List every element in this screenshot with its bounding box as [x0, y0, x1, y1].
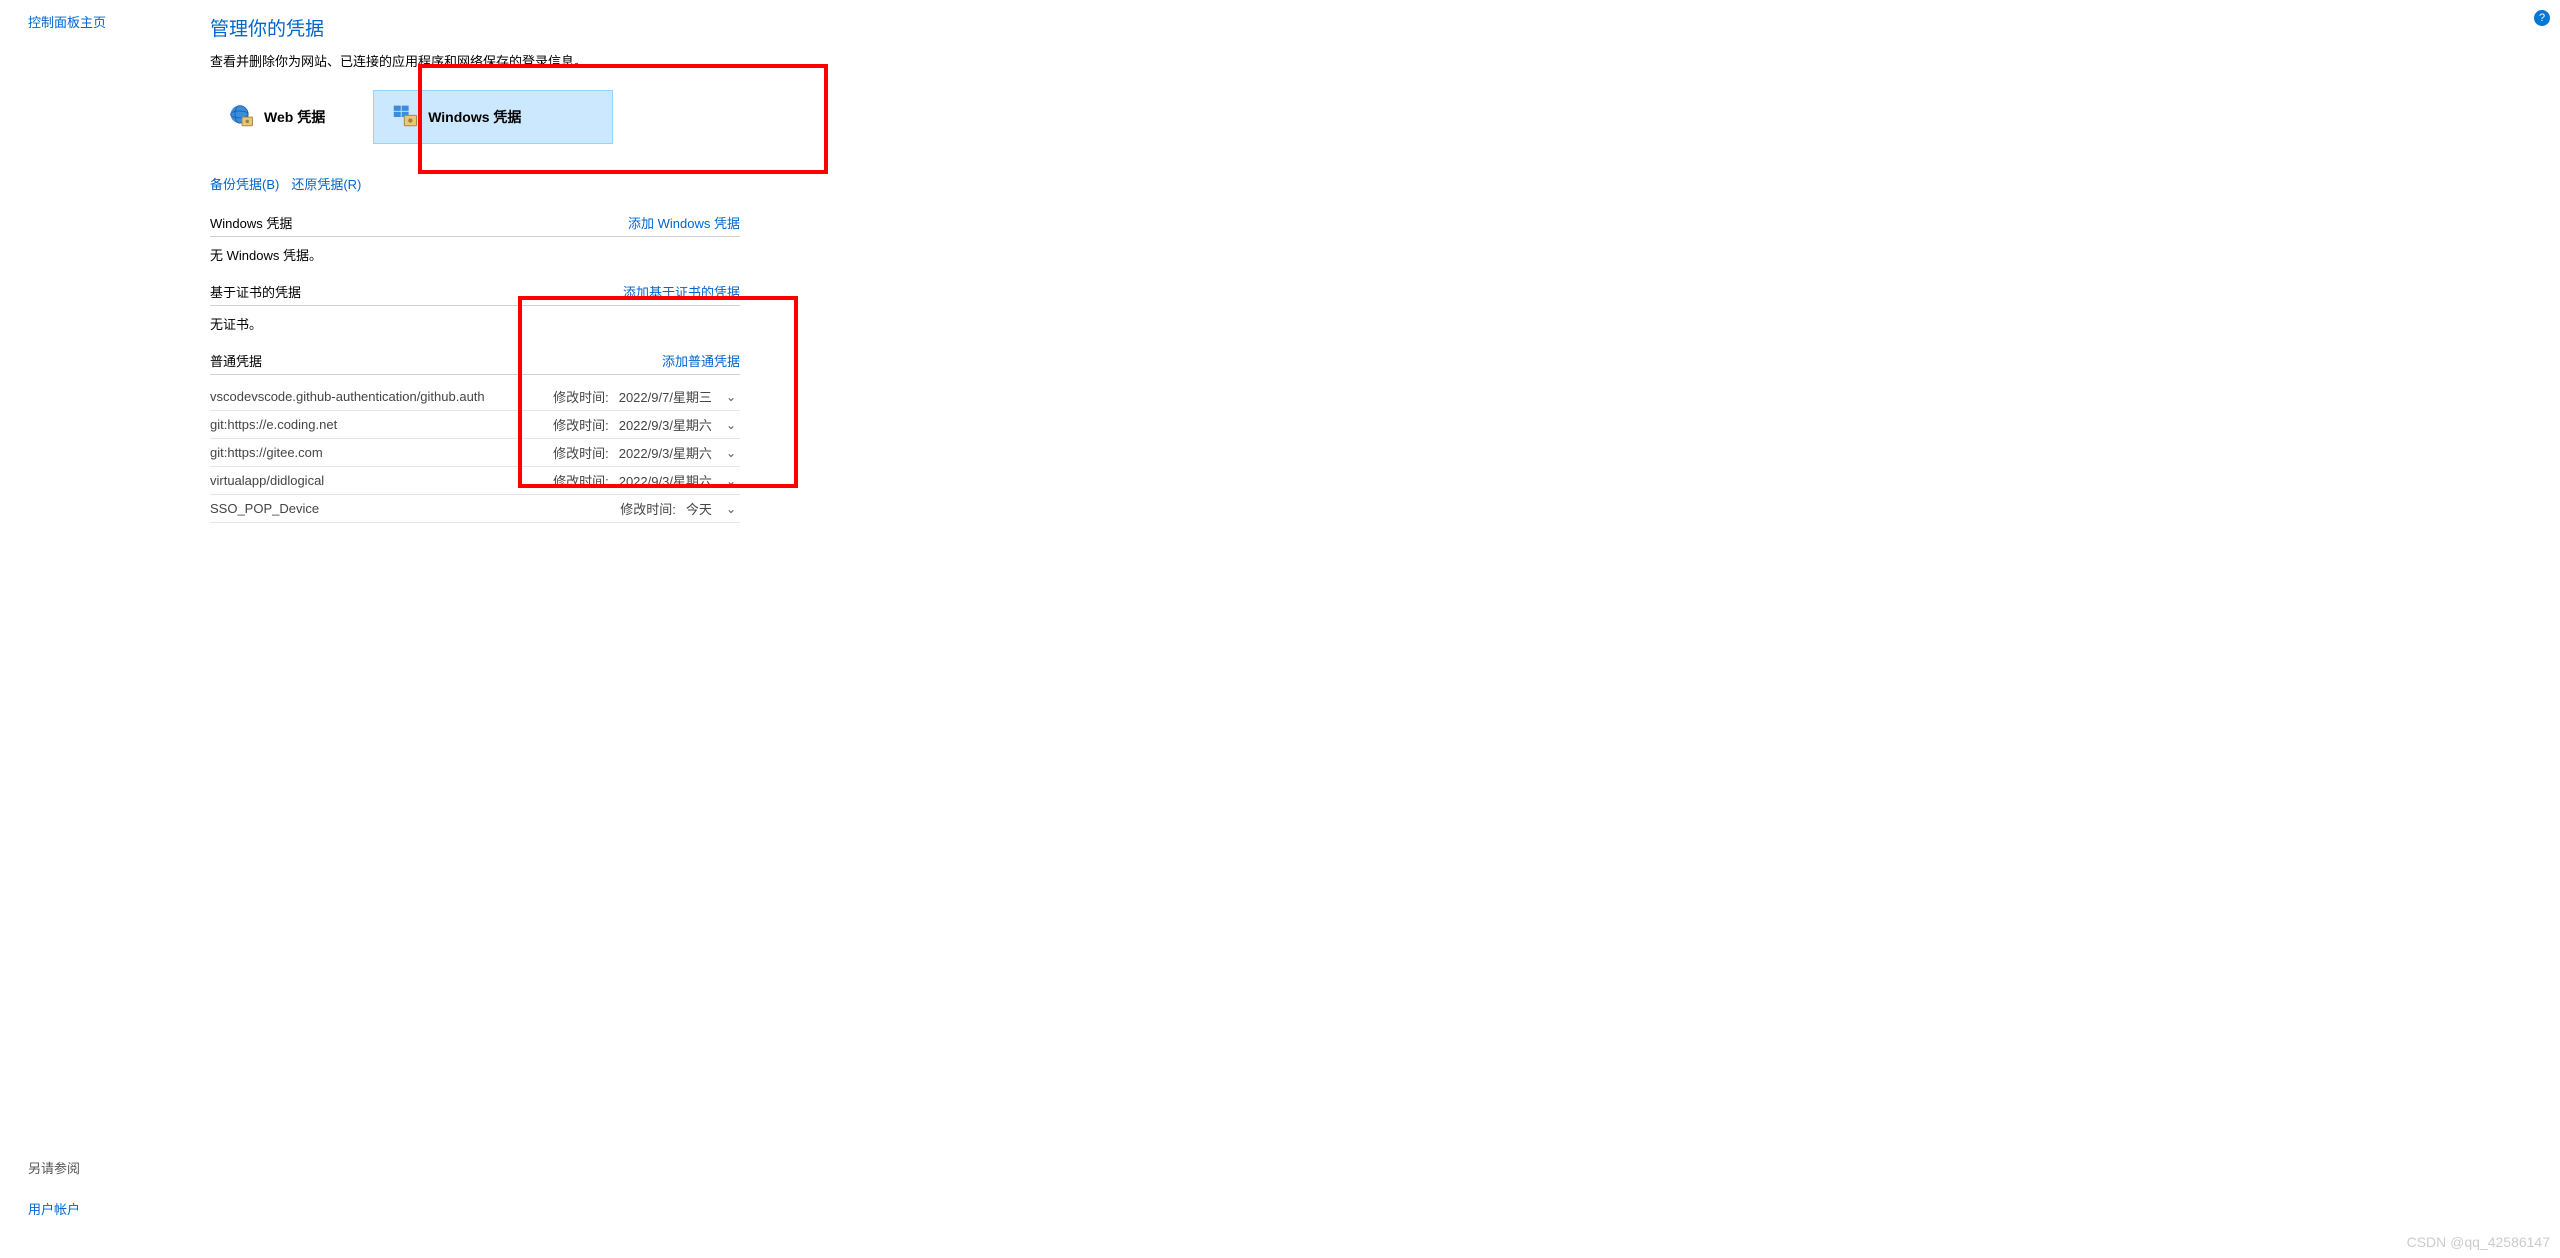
- credential-name: SSO_POP_Device: [210, 501, 319, 516]
- credential-row[interactable]: SSO_POP_Device 修改时间: 今天 ⌄: [210, 495, 740, 523]
- credential-modified-date: 2022/9/7/星期三: [619, 387, 712, 406]
- page-title: 管理你的凭据: [210, 14, 740, 41]
- credential-modified-date: 今天: [686, 499, 712, 518]
- credential-row[interactable]: git:https://gitee.com 修改时间: 2022/9/3/星期六…: [210, 439, 740, 467]
- windows-empty-text: 无 Windows 凭据。: [210, 245, 740, 264]
- windows-credentials-tab[interactable]: Windows 凭据: [373, 90, 613, 144]
- credential-name: vscodevscode.github-authentication/githu…: [210, 389, 485, 404]
- generic-section-title: 普通凭据: [210, 351, 262, 370]
- credential-modified-label: 修改时间:: [553, 443, 609, 462]
- web-credentials-label: Web 凭据: [264, 107, 325, 127]
- chevron-down-icon[interactable]: ⌄: [722, 418, 740, 432]
- credential-row[interactable]: vscodevscode.github-authentication/githu…: [210, 383, 740, 411]
- add-cert-credential-link[interactable]: 添加基于证书的凭据: [623, 282, 740, 301]
- windows-safe-icon: [392, 103, 420, 131]
- control-panel-home-link[interactable]: 控制面板主页: [28, 15, 106, 30]
- credential-modified-date: 2022/9/3/星期六: [619, 443, 712, 462]
- chevron-down-icon[interactable]: ⌄: [722, 446, 740, 460]
- credential-name: virtualapp/didlogical: [210, 473, 324, 488]
- add-windows-credential-link[interactable]: 添加 Windows 凭据: [628, 213, 740, 232]
- credential-modified-date: 2022/9/3/星期六: [619, 415, 712, 434]
- windows-credentials-label: Windows 凭据: [428, 107, 521, 127]
- page-description: 查看并删除你为网站、已连接的应用程序和网络保存的登录信息。: [210, 51, 740, 70]
- cert-section-title: 基于证书的凭据: [210, 282, 301, 301]
- windows-section-title: Windows 凭据: [210, 213, 292, 232]
- credential-name: git:https://gitee.com: [210, 445, 323, 460]
- credential-modified-label: 修改时间:: [620, 499, 676, 518]
- credential-modified-label: 修改时间:: [553, 471, 609, 490]
- add-generic-credential-link[interactable]: 添加普通凭据: [662, 351, 740, 370]
- backup-credentials-link[interactable]: 备份凭据(B): [210, 174, 279, 193]
- restore-credentials-link[interactable]: 还原凭据(R): [291, 174, 361, 193]
- windows-credentials-section: Windows 凭据 添加 Windows 凭据 无 Windows 凭据。: [210, 213, 740, 264]
- generic-credentials-section: 普通凭据 添加普通凭据 vscodevscode.github-authenti…: [210, 351, 740, 523]
- user-accounts-link[interactable]: 用户帐户: [28, 1202, 80, 1217]
- help-button[interactable]: ?: [2534, 10, 2550, 26]
- cert-empty-text: 无证书。: [210, 314, 740, 333]
- credential-modified-date: 2022/9/3/星期六: [619, 471, 712, 490]
- credential-modified-label: 修改时间:: [553, 387, 609, 406]
- credential-row[interactable]: virtualapp/didlogical 修改时间: 2022/9/3/星期六…: [210, 467, 740, 495]
- cert-credentials-section: 基于证书的凭据 添加基于证书的凭据 无证书。: [210, 282, 740, 333]
- chevron-down-icon[interactable]: ⌄: [722, 502, 740, 516]
- watermark-text: CSDN @qq_42586147: [2407, 1234, 2550, 1250]
- credential-modified-label: 修改时间:: [553, 415, 609, 434]
- globe-icon: [228, 103, 256, 131]
- web-credentials-tab[interactable]: Web 凭据: [210, 90, 343, 144]
- credential-row[interactable]: git:https://e.coding.net 修改时间: 2022/9/3/…: [210, 411, 740, 439]
- chevron-down-icon[interactable]: ⌄: [722, 390, 740, 404]
- see-also-heading: 另请参阅: [28, 1158, 80, 1177]
- credential-name: git:https://e.coding.net: [210, 417, 337, 432]
- chevron-down-icon[interactable]: ⌄: [722, 474, 740, 488]
